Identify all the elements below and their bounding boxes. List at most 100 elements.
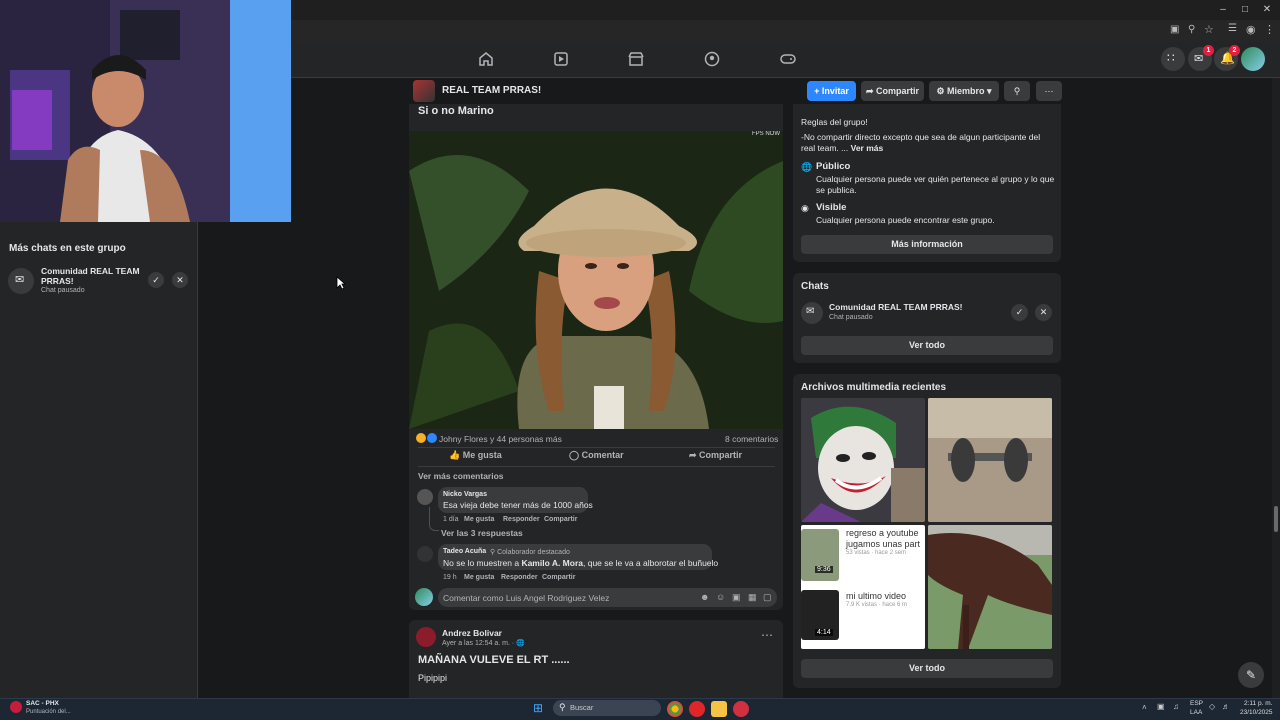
see-more-link[interactable]: Ver más — [851, 143, 884, 153]
comment-share-link[interactable]: Compartir — [544, 516, 577, 523]
minimize-icon[interactable]: – — [1216, 3, 1230, 17]
like-button[interactable]: 👍 Me gusta — [449, 450, 502, 461]
horse-image — [928, 525, 1052, 649]
media-thumb-joker[interactable] — [801, 398, 925, 522]
media-see-all-button[interactable]: Ver todo — [801, 659, 1053, 678]
opera-icon[interactable] — [689, 701, 705, 717]
group-avatar[interactable] — [413, 80, 435, 102]
comments-count[interactable]: 8 comentarios — [725, 434, 778, 444]
taskbar-time[interactable]: 2:11 p. m. — [1244, 700, 1272, 707]
windows-start-icon[interactable]: ⊞ — [533, 701, 543, 715]
post-video[interactable]: FPS NOW — [409, 131, 783, 429]
star-icon[interactable]: ☆ — [1204, 23, 1214, 36]
left-chat-item[interactable]: ✉ Comunidad REAL TEAM PRRAS! Chat pausad… — [8, 266, 190, 294]
sticker-icon[interactable]: ▢ — [763, 592, 772, 603]
member-button[interactable]: ⚙ Miembro ▾ — [929, 81, 999, 101]
share-button[interactable]: ➦ Compartir — [689, 450, 742, 461]
comment-time[interactable]: 19 h — [443, 574, 457, 581]
chrome-icon[interactable] — [667, 701, 683, 717]
chat-item[interactable]: ✉ Comunidad REAL TEAM PRRAS! Chat pausad… — [801, 301, 1053, 325]
groups-icon[interactable] — [703, 50, 721, 68]
new-message-button[interactable]: ✎ — [1238, 662, 1264, 688]
taskbar-date[interactable]: 23/10/2025 — [1240, 709, 1273, 716]
comment-author[interactable]: Nicko Vargas — [443, 491, 487, 498]
share-group-button[interactable]: ➦ Compartir — [861, 81, 924, 101]
menu-icon[interactable]: ⋮ — [1264, 23, 1275, 36]
post-author[interactable]: Andrez Bolivar — [442, 628, 502, 638]
avatar-sticker-icon[interactable]: ☻ — [700, 592, 709, 602]
dumbbell-image — [928, 398, 1052, 522]
dismiss-close-icon[interactable]: ✕ — [172, 272, 188, 288]
dismiss-close-icon[interactable]: ✕ — [1035, 304, 1052, 321]
rules-text-body: -No compartir directo excepto que sea de… — [801, 132, 1041, 153]
search-icon: ⚲ — [1013, 86, 1021, 96]
rules-title: Reglas del grupo! — [801, 117, 868, 127]
more-comments-link[interactable]: Ver más comentarios — [418, 471, 504, 481]
comment-avatar[interactable] — [417, 489, 433, 505]
more-dots-icon: ⋯ — [1044, 86, 1054, 96]
reactions-text[interactable]: Johny Flores y 44 personas más — [439, 434, 562, 444]
more-chats-title: Más chats en este grupo — [9, 243, 126, 254]
comment-reply-link[interactable]: Responder — [501, 574, 538, 581]
join-check-icon[interactable]: ✓ — [148, 272, 164, 288]
lang-1[interactable]: ESP — [1190, 700, 1203, 707]
comment-mention[interactable]: Kamilo A. Mora — [521, 558, 583, 568]
file-explorer-icon[interactable] — [711, 701, 727, 717]
comment-like-link[interactable]: Me gusta — [464, 574, 494, 581]
wifi-icon[interactable]: ◇ — [1209, 702, 1215, 711]
group-name[interactable]: REAL TEAM PRRAS! — [442, 85, 541, 96]
lang-2[interactable]: LAA — [1190, 709, 1202, 716]
taskbar-search[interactable]: ⚲ Buscar — [553, 700, 661, 716]
marketplace-icon[interactable] — [627, 50, 645, 68]
post-time[interactable]: Ayer a las 12:54 a. m. · 🌐 — [442, 639, 525, 647]
comment-input[interactable]: Comentar como Luis Angel Rodriguez Velez… — [438, 588, 777, 607]
post-more-icon[interactable]: ⋯ — [761, 628, 773, 642]
zoom-icon[interactable]: ⚲ — [1188, 24, 1195, 35]
video-icon[interactable] — [552, 50, 570, 68]
screen-icon[interactable]: ▣ — [1170, 24, 1179, 35]
menu-grid-button[interactable]: ∷ — [1161, 47, 1185, 71]
media-thumb-dumbbell[interactable] — [928, 398, 1052, 522]
profile-icon[interactable]: ◉ — [1246, 23, 1256, 36]
comment-share-link[interactable]: Compartir — [542, 574, 575, 581]
media-thumb-youtube[interactable]: 9:36 regreso a youtube jugamos unas part… — [801, 525, 925, 649]
app-logo[interactable] — [10, 701, 22, 713]
taskbar-search-label: Buscar — [570, 703, 594, 712]
comment-like-link[interactable]: Me gusta — [464, 516, 494, 523]
group-more-button[interactable]: ⋯ — [1036, 81, 1062, 101]
gif-icon[interactable]: ▦ — [748, 592, 757, 603]
scrollbar-thumb[interactable] — [1274, 506, 1278, 532]
gaming-icon[interactable] — [779, 50, 797, 68]
comment-avatar[interactable] — [417, 546, 433, 562]
camera-icon[interactable]: ▣ — [732, 592, 741, 603]
tray-chevron-icon[interactable]: ˄ — [1142, 703, 1147, 712]
own-avatar[interactable] — [415, 588, 433, 606]
home-icon[interactable] — [477, 50, 495, 68]
extensions-icon[interactable]: ☰ — [1228, 23, 1237, 34]
tray-icon[interactable]: ▣ — [1157, 702, 1165, 711]
chats-see-all-button[interactable]: Ver todo — [801, 336, 1053, 355]
comment-button[interactable]: ◯ Comentar — [569, 450, 624, 461]
group-search-button[interactable]: ⚲ — [1004, 81, 1030, 101]
volume-icon[interactable]: ♬ — [1222, 702, 1230, 711]
close-icon[interactable]: ✕ — [1260, 3, 1274, 17]
media-thumb-horse[interactable] — [928, 525, 1052, 649]
page-scrollbar[interactable] — [1272, 78, 1280, 698]
invite-button[interactable]: + Invitar — [807, 81, 856, 101]
more-info-button[interactable]: Más información — [801, 235, 1053, 254]
share-label: Compartir — [699, 450, 743, 460]
emoji-icon[interactable]: ☺ — [716, 592, 725, 602]
comment-reply-link[interactable]: Responder — [503, 516, 540, 523]
comment-author[interactable]: Tadeo Acuña — [443, 548, 486, 555]
comment-time[interactable]: 1 día — [443, 516, 459, 523]
post-author-avatar[interactable] — [416, 627, 436, 647]
view-replies-link[interactable]: Ver las 3 respuestas — [441, 528, 523, 538]
maximize-icon[interactable]: □ — [1238, 3, 1252, 17]
tray-mic-icon[interactable]: ♫ — [1173, 702, 1179, 711]
join-check-icon[interactable]: ✓ — [1011, 304, 1028, 321]
avatar[interactable] — [1241, 47, 1265, 71]
video1-title-2: jugamos unas part — [846, 539, 921, 549]
taskbar-app-title[interactable]: SAC - PHX — [26, 700, 59, 707]
post-title: MAÑANA VULEVE EL RT ...... — [418, 654, 570, 666]
app-icon[interactable] — [733, 701, 749, 717]
